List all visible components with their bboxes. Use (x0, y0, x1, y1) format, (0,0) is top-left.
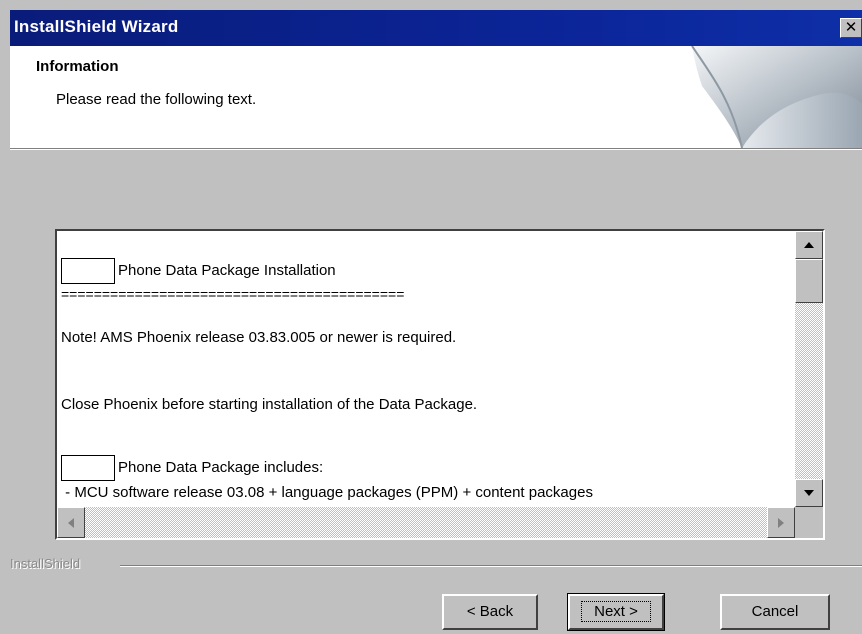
scroll-up-button[interactable] (795, 231, 823, 259)
header-separator (10, 148, 862, 150)
title-bar: InstallShield Wizard ✕ (10, 10, 862, 46)
scrollbar-corner (795, 507, 823, 538)
scroll-right-button[interactable] (767, 507, 795, 538)
readme-line: Phone Data Package includes: (118, 458, 324, 476)
brand-row: InstallShield (10, 556, 862, 576)
arrow-down-icon (804, 490, 814, 496)
readme-line: Close Phoenix before starting installati… (61, 396, 478, 413)
readme-line: - MCU software release 03.08 + language … (61, 484, 593, 501)
readme-textbox[interactable]: Phone Data Package Installation ========… (55, 229, 825, 540)
cancel-button[interactable]: Cancel (720, 594, 830, 630)
vertical-scroll-thumb[interactable] (795, 259, 823, 303)
back-button[interactable]: < Back (442, 594, 538, 630)
close-button[interactable]: ✕ (840, 18, 862, 38)
arrow-left-icon (68, 518, 74, 528)
brand-divider (120, 565, 862, 567)
readme-line: Note! AMS Phoenix release 03.83.005 or n… (61, 329, 457, 346)
page-title: Information (36, 58, 119, 75)
wizard-header: Information Please read the following te… (10, 46, 862, 148)
next-button[interactable]: Next > (567, 593, 665, 631)
redacted-box (61, 455, 115, 481)
cancel-button-label: Cancel (751, 603, 799, 620)
redacted-box (61, 258, 115, 284)
window-title: InstallShield Wizard (14, 17, 179, 36)
readme-line: ========================================… (61, 286, 405, 302)
brand-label: InstallShield (10, 556, 87, 571)
close-icon: ✕ (844, 19, 858, 36)
horizontal-scrollbar[interactable] (57, 507, 795, 538)
scroll-left-button[interactable] (57, 507, 85, 538)
arrow-up-icon (804, 242, 814, 248)
next-button-label: Next > (581, 601, 651, 622)
readme-content: Phone Data Package Installation ========… (57, 231, 795, 507)
page-subtitle: Please read the following text. (56, 91, 257, 108)
arrow-right-icon (778, 518, 784, 528)
page-curl-graphic (691, 46, 862, 148)
readme-line: Phone Data Package Installation (118, 261, 336, 279)
vertical-scrollbar[interactable] (795, 231, 823, 507)
back-button-label: < Back (466, 603, 514, 620)
scroll-down-button[interactable] (795, 479, 823, 507)
